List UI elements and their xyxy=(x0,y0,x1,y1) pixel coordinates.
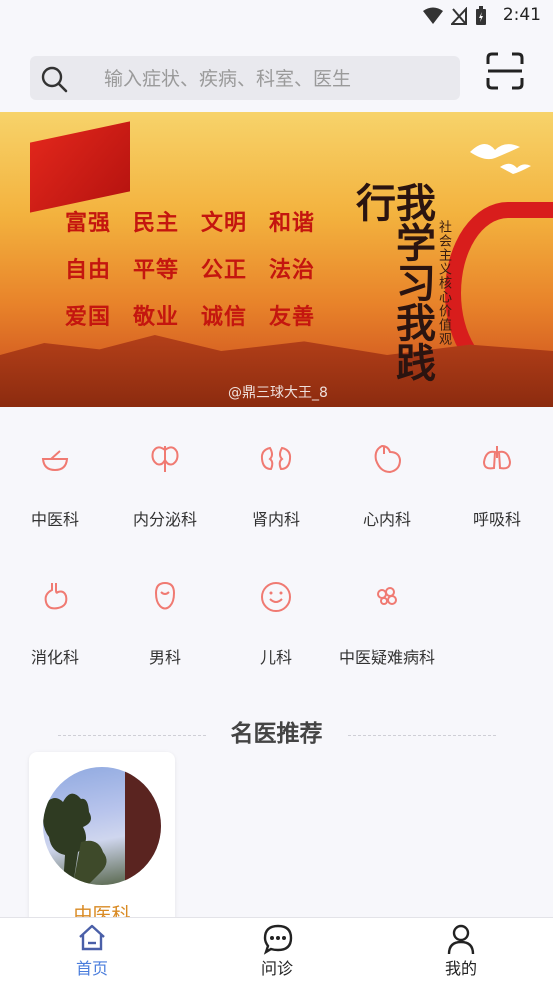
dept-label: 消化科 xyxy=(30,648,79,667)
battery-icon xyxy=(476,6,486,25)
status-icons xyxy=(423,6,487,26)
status-time: 2:41 xyxy=(502,5,541,25)
status-bar: 2:41 xyxy=(0,0,553,32)
banner-word: 友善 xyxy=(269,305,316,330)
dept-label: 肾内科 xyxy=(251,510,300,529)
dove-icon xyxy=(470,143,531,174)
banner-word: 敬业 xyxy=(133,305,180,330)
tab-consult[interactable]: 问诊 xyxy=(217,918,337,984)
dept-item-gastro[interactable]: 消化科 xyxy=(0,568,110,678)
dept-label: 心内科 xyxy=(362,510,411,529)
lungs-icon xyxy=(482,446,512,470)
kidney-icon xyxy=(260,446,292,471)
avatar-photo xyxy=(43,767,161,885)
banner-carousel[interactable]: 富强 民主 文明 和谐 自由 平等 公正 法治 爱国 敬业 诚信 友善 我学习我… xyxy=(0,112,553,407)
child-face-icon xyxy=(261,582,291,612)
tab-label: 问诊 xyxy=(260,959,293,978)
search-input[interactable] xyxy=(102,56,446,102)
search-row xyxy=(0,40,553,112)
doctor-avatar xyxy=(43,767,161,885)
heart-icon xyxy=(374,444,402,474)
male-organ-icon xyxy=(154,581,176,610)
tab-label: 首页 xyxy=(75,959,108,978)
dept-item-endocrine[interactable]: 内分泌科 xyxy=(110,430,220,540)
dept-label: 中医疑难病科 xyxy=(338,648,435,667)
dept-label: 男科 xyxy=(148,648,181,667)
tab-profile[interactable]: 我的 xyxy=(401,918,521,984)
banner-word: 民主 xyxy=(133,211,180,236)
dept-item-pediatrics[interactable]: 儿科 xyxy=(221,568,331,678)
dept-item-tcm-difficult[interactable]: 中医疑难病科 xyxy=(332,568,442,678)
dept-item-tcm[interactable]: 中医科 xyxy=(0,430,110,540)
dept-item-nephrology[interactable]: 肾内科 xyxy=(221,430,331,540)
stomach-icon xyxy=(44,583,68,610)
banner-word: 富强 xyxy=(65,211,112,236)
banner-watermark: @鼎三球大王_8 xyxy=(228,385,328,401)
dept-label: 儿科 xyxy=(259,648,292,667)
banner-calligraphy: 我学习我践行 xyxy=(349,182,436,382)
tab-home[interactable]: 首页 xyxy=(32,918,152,984)
banner-values-grid: 富强 民主 文明 和谐 自由 平等 公正 法治 爱国 敬业 诚信 友善 xyxy=(65,205,315,346)
dept-label: 内分泌科 xyxy=(132,510,197,529)
dept-item-respiratory[interactable]: 呼吸科 xyxy=(442,430,552,540)
herbal-bowl-icon xyxy=(41,450,69,472)
banner-word: 公正 xyxy=(201,258,248,283)
dept-item-andrology[interactable]: 男科 xyxy=(110,568,220,678)
banner-word: 法治 xyxy=(269,258,316,283)
scan-icon[interactable] xyxy=(486,52,524,90)
thyroid-icon xyxy=(151,446,179,472)
banner-vertical-text: 社会主义核心价值观 xyxy=(436,220,451,346)
banner-word: 平等 xyxy=(133,258,180,283)
dept-label: 中医科 xyxy=(30,510,79,529)
banner-word: 爱国 xyxy=(65,305,112,330)
banner-word: 文明 xyxy=(201,211,248,236)
wifi-icon xyxy=(423,7,443,24)
banner-word: 自由 xyxy=(65,258,112,283)
search-icon xyxy=(41,66,68,93)
user-icon xyxy=(447,924,475,955)
bottom-tab-bar: 首页 问诊 我的 xyxy=(0,917,553,984)
no-signal-icon xyxy=(451,7,467,25)
herb-cluster-icon xyxy=(377,587,397,605)
chat-icon xyxy=(263,924,293,955)
recommended-doctors-header: 名医推荐 xyxy=(0,712,553,752)
dept-label: 呼吸科 xyxy=(472,510,521,529)
banner-word: 诚信 xyxy=(201,305,248,330)
home-icon xyxy=(79,924,105,951)
section-title: 名医推荐 xyxy=(230,721,323,747)
banner-word: 和谐 xyxy=(269,211,316,236)
search-box[interactable] xyxy=(30,56,460,102)
tab-label: 我的 xyxy=(444,959,477,978)
dept-item-cardiology[interactable]: 心内科 xyxy=(332,430,442,540)
party-flag-icon xyxy=(30,121,130,213)
